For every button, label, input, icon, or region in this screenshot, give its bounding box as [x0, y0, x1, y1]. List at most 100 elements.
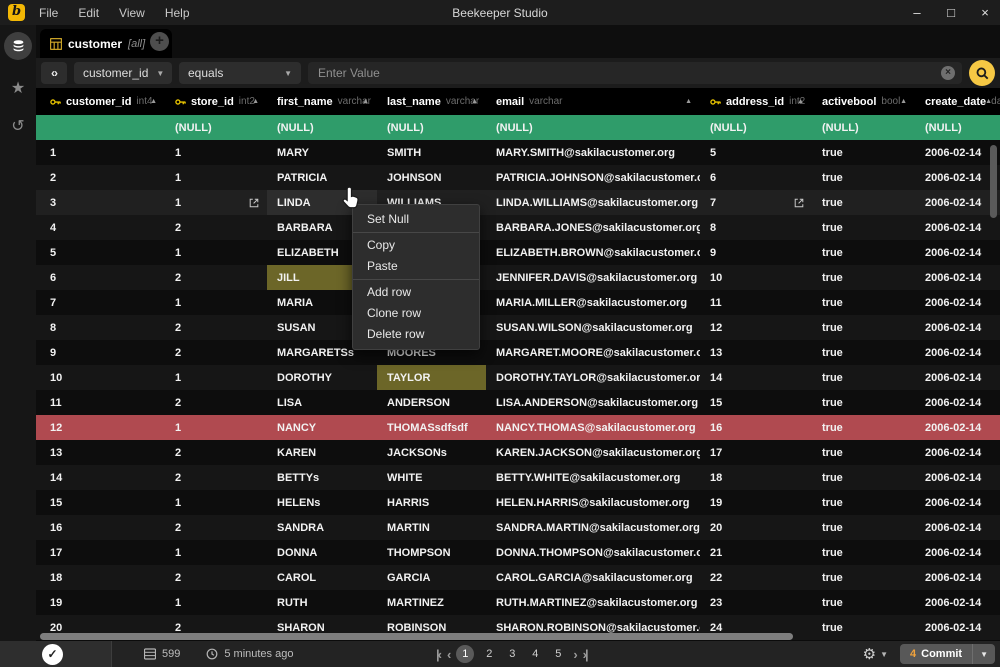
table-cell[interactable]: SANDRA.MARTIN@sakilacustomer.org — [486, 515, 700, 540]
table-cell[interactable]: KAREN.JACKSON@sakilacustomer.org — [486, 440, 700, 465]
table-cell[interactable]: 1 — [165, 290, 267, 315]
table-row[interactable]: 151HELENsHARRISHELEN.HARRIS@sakilacustom… — [36, 490, 1000, 515]
table-cell[interactable]: BETTY.WHITE@sakilacustomer.org — [486, 465, 700, 490]
table-cell[interactable]: 1 — [165, 365, 267, 390]
header-cell-customer_id[interactable]: customer_idint4▲ — [40, 88, 165, 115]
table-cell[interactable]: true — [812, 465, 915, 490]
table-row[interactable]: 62JILLDAVISJENNIFER.DAVIS@sakilacustomer… — [36, 265, 1000, 290]
table-cell[interactable]: DONNA — [267, 540, 377, 565]
horizontal-scrollbar[interactable] — [40, 633, 793, 640]
table-cell[interactable]: 2006-02-14 — [915, 515, 1000, 540]
header-cell-store_id[interactable]: store_idint2▲ — [165, 88, 267, 115]
table-cell[interactable]: 2006-02-14 — [915, 140, 1000, 165]
table-cell[interactable]: 1 — [165, 190, 267, 215]
sidebar-item-favorites[interactable]: ★ — [0, 78, 36, 98]
search-button[interactable] — [969, 60, 995, 86]
table-cell[interactable]: true — [812, 140, 915, 165]
table-cell[interactable]: 2006-02-14 — [915, 365, 1000, 390]
table-cell[interactable]: 2006-02-14 — [915, 190, 1000, 215]
table-row[interactable]: 21PATRICIAJOHNSONPATRICIA.JOHNSON@sakila… — [36, 165, 1000, 190]
table-cell[interactable]: 22 — [700, 565, 812, 590]
table-cell[interactable]: 2 — [165, 215, 267, 240]
table-cell[interactable]: 5 — [40, 240, 165, 265]
table-cell[interactable]: SMITH — [377, 140, 486, 165]
table-cell[interactable]: 18 — [700, 465, 812, 490]
table-cell[interactable]: 6 — [700, 165, 812, 190]
table-cell[interactable]: 2006-02-14 — [915, 215, 1000, 240]
table-cell[interactable]: (NULL) — [267, 115, 377, 140]
context-menu-item-add-row[interactable]: Add row — [353, 282, 479, 303]
table-cell[interactable]: (NULL) — [165, 115, 267, 140]
pagination-last[interactable]: ›| — [583, 647, 587, 662]
table-cell[interactable]: 19 — [700, 490, 812, 515]
table-row[interactable]: 71MARIAMILLERMARIA.MILLER@sakilacustomer… — [36, 290, 1000, 315]
table-cell[interactable]: JOHNSON — [377, 165, 486, 190]
table-cell[interactable]: LISA — [267, 390, 377, 415]
table-cell[interactable]: ELIZABETH.BROWN@sakilacustomer.org — [486, 240, 700, 265]
table-cell[interactable]: 11 — [700, 290, 812, 315]
commit-dropdown-button[interactable]: ▼ — [972, 644, 995, 664]
table-cell[interactable]: (NULL) — [812, 115, 915, 140]
table-cell[interactable]: 17 — [700, 440, 812, 465]
sidebar-item-connections[interactable] — [4, 32, 32, 60]
table-cell[interactable]: 13 — [40, 440, 165, 465]
table-cell[interactable]: 2006-02-14 — [915, 440, 1000, 465]
table-cell[interactable]: DOROTHY.TAYLOR@sakilacustomer.org — [486, 365, 700, 390]
table-cell[interactable]: 2006-02-14 — [915, 490, 1000, 515]
table-cell[interactable]: THOMASsdfsdf — [377, 415, 486, 440]
table-row[interactable]: 162SANDRAMARTINSANDRA.MARTIN@sakilacusto… — [36, 515, 1000, 540]
table-cell[interactable]: true — [812, 515, 915, 540]
table-cell[interactable]: JENNIFER.DAVIS@sakilacustomer.org — [486, 265, 700, 290]
pagination-page-1[interactable]: 1 — [456, 645, 474, 663]
table-cell[interactable]: 1 — [40, 140, 165, 165]
commit-button[interactable]: 4 Commit ▼ — [900, 644, 995, 664]
table-cell[interactable]: 1 — [165, 415, 267, 440]
filter-field-dropdown[interactable]: customer_id ▼ — [74, 62, 172, 84]
table-cell[interactable]: WHITE — [377, 465, 486, 490]
table-cell[interactable]: 2 — [165, 515, 267, 540]
table-cell[interactable]: (NULL) — [486, 115, 700, 140]
new-tab-button[interactable]: + — [150, 32, 169, 51]
table-row[interactable]: 182CAROLGARCIACAROL.GARCIA@sakilacustome… — [36, 565, 1000, 590]
context-menu-item-set-null[interactable]: Set Null — [353, 209, 479, 230]
table-cell[interactable]: true — [812, 340, 915, 365]
table-cell[interactable]: LISA.ANDERSON@sakilacustomer.org — [486, 390, 700, 415]
table-cell[interactable]: true — [812, 615, 915, 640]
table-cell[interactable]: HARRIS — [377, 490, 486, 515]
table-cell[interactable]: HELENs — [267, 490, 377, 515]
table-cell[interactable]: 12 — [40, 415, 165, 440]
table-cell[interactable]: 11 — [40, 390, 165, 415]
table-cell[interactable]: true — [812, 315, 915, 340]
table-cell[interactable]: 2006-02-14 — [915, 390, 1000, 415]
table-cell[interactable]: 2 — [40, 165, 165, 190]
table-cell[interactable]: THOMPSON — [377, 540, 486, 565]
gear-icon[interactable]: ⚙ — [863, 645, 876, 663]
header-cell-last_name[interactable]: last_namevarchar▲ — [377, 88, 486, 115]
table-cell[interactable]: TAYLOR — [377, 365, 486, 390]
table-cell[interactable]: true — [812, 165, 915, 190]
table-cell[interactable]: true — [812, 390, 915, 415]
table-row[interactable]: 82SUSANWILSONSUSAN.WILSON@sakilacustomer… — [36, 315, 1000, 340]
table-cell[interactable]: 2006-02-14 — [915, 565, 1000, 590]
table-cell[interactable]: 10 — [40, 365, 165, 390]
table-cell[interactable]: PATRICIA.JOHNSON@sakilacustomer.org — [486, 165, 700, 190]
clear-input-icon[interactable]: × — [941, 66, 955, 80]
table-cell[interactable]: 18 — [40, 565, 165, 590]
sidebar-item-history[interactable]: ↺ — [0, 116, 36, 136]
table-cell[interactable]: DOROTHY — [267, 365, 377, 390]
table-cell[interactable]: 2006-02-14 — [915, 165, 1000, 190]
menu-view[interactable]: View — [119, 6, 145, 20]
header-cell-first_name[interactable]: first_namevarchar▲ — [267, 88, 377, 115]
table-cell[interactable]: (NULL) — [700, 115, 812, 140]
table-cell[interactable]: 1 — [165, 540, 267, 565]
window-close-button[interactable]: × — [978, 5, 992, 20]
table-cell[interactable]: 1 — [165, 590, 267, 615]
table-cell[interactable]: 10 — [700, 265, 812, 290]
pagination-next[interactable]: › — [573, 647, 575, 662]
context-menu-item-clone-row[interactable]: Clone row — [353, 303, 479, 324]
table-cell[interactable]: KAREN — [267, 440, 377, 465]
table-cell[interactable]: HELEN.HARRIS@sakilacustomer.org — [486, 490, 700, 515]
table-cell[interactable]: 2006-02-14 — [915, 340, 1000, 365]
menu-help[interactable]: Help — [165, 6, 190, 20]
table-cell[interactable]: MARGARET.MOORE@sakilacustomer.org — [486, 340, 700, 365]
